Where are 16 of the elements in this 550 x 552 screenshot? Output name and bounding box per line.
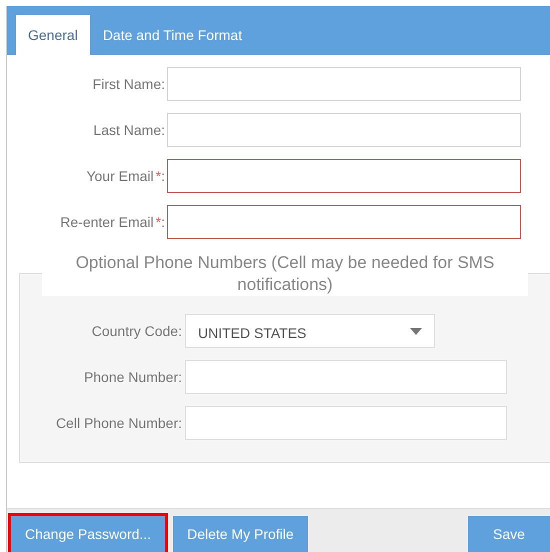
country-dropdown[interactable]: UNITED STATES bbox=[185, 314, 435, 348]
field-label: Country Code: bbox=[90, 323, 183, 339]
tab[interactable]: General bbox=[16, 15, 90, 55]
action-button[interactable]: Change Password... bbox=[11, 516, 166, 552]
field-label: Re-enter Email*: bbox=[59, 214, 166, 230]
field-label: First Name: bbox=[92, 76, 166, 92]
action-button[interactable]: Delete My Profile bbox=[173, 516, 308, 552]
field-label: Cell Phone Number: bbox=[54, 415, 183, 431]
field-label: Your Email*: bbox=[85, 168, 166, 184]
input-field[interactable] bbox=[167, 159, 521, 193]
action-button[interactable]: Save bbox=[468, 516, 550, 552]
field-label: Phone Number: bbox=[82, 369, 183, 385]
input-field[interactable] bbox=[167, 205, 521, 239]
caret-icon bbox=[410, 328, 422, 334]
field-label: Last Name: bbox=[92, 122, 166, 138]
tab[interactable]: Date and Time Format bbox=[90, 15, 254, 55]
